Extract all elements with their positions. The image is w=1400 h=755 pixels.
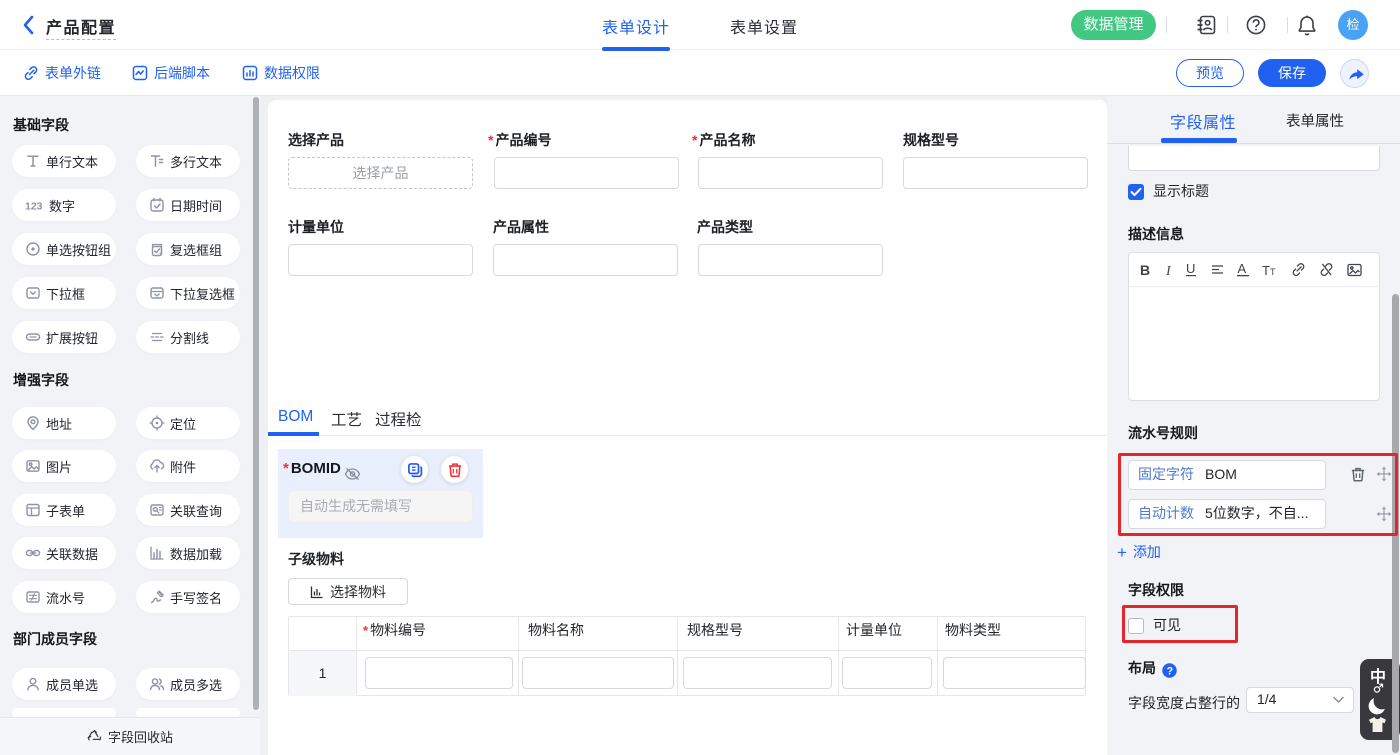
svg-text:?: ? (1167, 665, 1173, 677)
svg-text:I: I (1166, 264, 1172, 277)
svg-text:T: T (1262, 263, 1270, 276)
svg-text:123: 123 (25, 201, 43, 213)
svg-text:A: A (1237, 262, 1246, 276)
svg-text:T: T (1270, 267, 1276, 276)
svg-text:U: U (1186, 262, 1195, 276)
svg-text:B: B (1140, 263, 1150, 277)
